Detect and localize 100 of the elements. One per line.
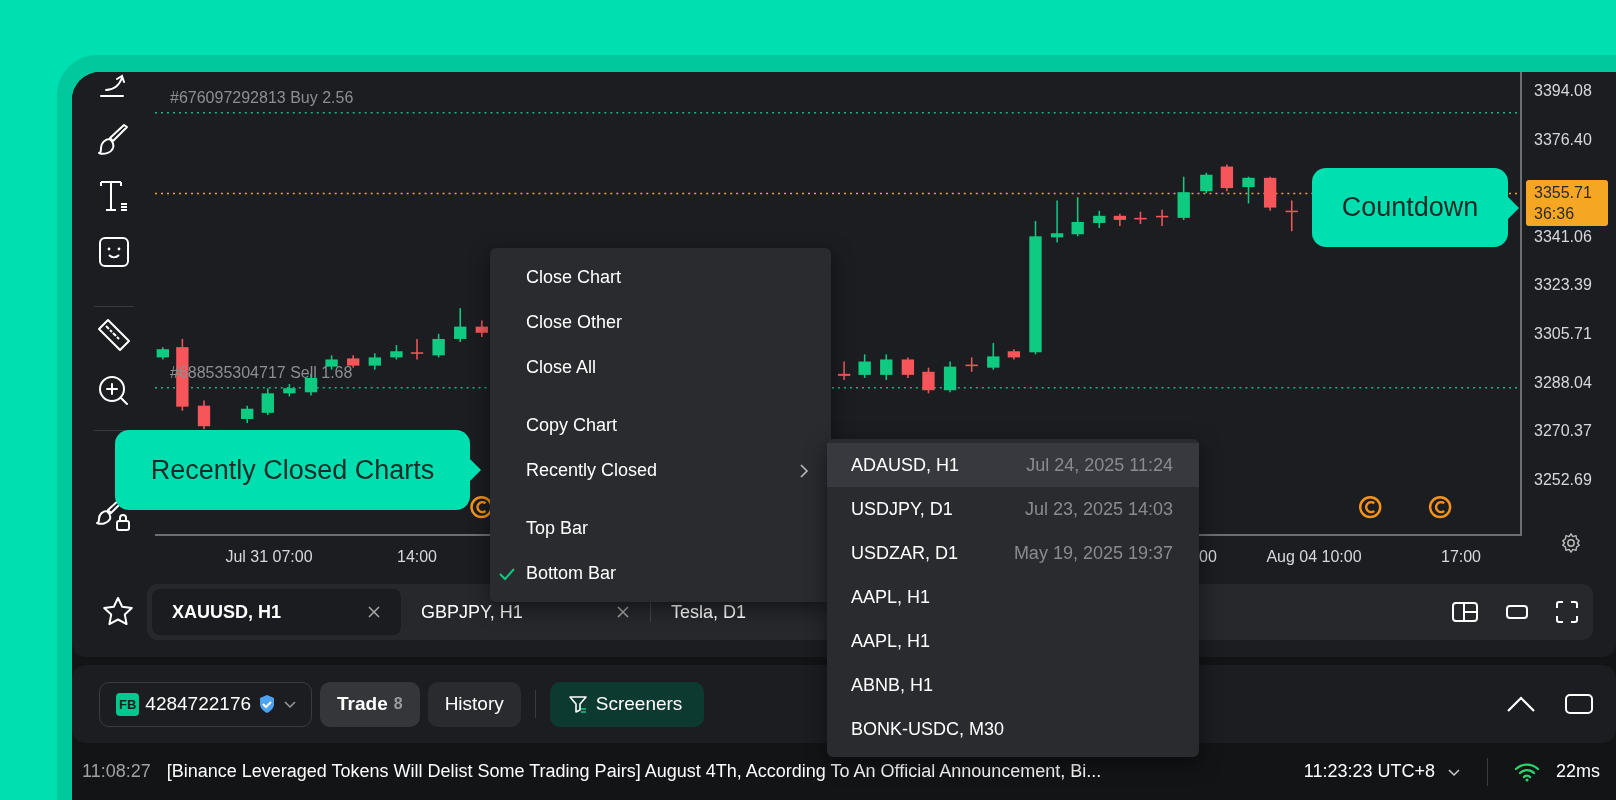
recent-chart-item[interactable]: ABNB, H1 xyxy=(827,663,1199,707)
settings-icon[interactable] xyxy=(1560,532,1582,554)
callout-text: Recently Closed Charts xyxy=(150,454,435,486)
chart-symbol: AAPL, H1 xyxy=(851,630,931,652)
candle xyxy=(368,352,381,371)
price-axis-label: 3288.04 xyxy=(1534,372,1592,393)
chart-symbol: USDZAR, D1 xyxy=(851,542,958,564)
price-axis-label: 3341.06 xyxy=(1534,226,1592,247)
close-icon[interactable] xyxy=(616,605,630,619)
time-axis-label: Jul 31 07:00 xyxy=(225,548,313,566)
candle xyxy=(1050,199,1064,244)
candle xyxy=(1007,348,1021,361)
candle xyxy=(1113,213,1127,227)
caret-right-icon xyxy=(799,462,809,479)
candle xyxy=(922,366,935,395)
account-number: 4284722176 xyxy=(145,693,251,715)
chevron-down-icon xyxy=(283,699,297,709)
recent-chart-item[interactable]: ADAUSD, H1 Jul 24, 2025 11:24 xyxy=(827,443,1199,487)
account-selector[interactable]: FB 4284722176 xyxy=(99,681,312,727)
price-axis-label: 3252.69 xyxy=(1534,469,1592,490)
candle xyxy=(432,333,445,359)
menu-item[interactable]: Close Chart xyxy=(490,255,831,300)
event-marker-icon[interactable] xyxy=(470,495,493,519)
menu-item[interactable]: Close Other xyxy=(490,300,831,345)
zoom-in-icon[interactable] xyxy=(96,374,131,408)
news-time: 11:08:27 xyxy=(82,761,151,782)
chart-symbol: USDJPY, D1 xyxy=(851,498,953,520)
menu-item-label: Bottom Bar xyxy=(526,563,617,584)
candle xyxy=(197,399,211,430)
close-icon[interactable] xyxy=(367,605,381,619)
candle xyxy=(1071,196,1084,238)
chevron-down-icon[interactable] xyxy=(1447,766,1461,777)
price-axis-label: 3323.39 xyxy=(1534,275,1592,296)
ruler-icon[interactable] xyxy=(95,317,132,353)
current-price: 3355.71 xyxy=(1534,183,1593,203)
candle xyxy=(837,360,851,381)
news-headline[interactable]: [Binance Leveraged Tokens Will Delist Some Trading Pairs] August 4Th, According To An Official Announcement, Bi... xyxy=(166,761,1102,782)
candle xyxy=(1177,176,1190,221)
candle xyxy=(1242,176,1255,205)
callout-text: Countdown xyxy=(1341,192,1479,223)
candle xyxy=(880,353,893,381)
panel-tab[interactable]: History xyxy=(427,681,521,727)
recent-chart-item[interactable]: BONK-USDC, M30 xyxy=(827,707,1199,751)
layout-icon[interactable] xyxy=(1451,601,1479,623)
chart-tab-label: GBPJPY, H1 xyxy=(421,601,523,623)
chart-symbol: ADAUSD, H1 xyxy=(851,454,960,476)
chart-symbol: ABNB, H1 xyxy=(851,674,934,696)
candle xyxy=(390,344,403,361)
closed-time: Jul 24, 2025 11:24 xyxy=(1026,454,1173,476)
menu-item-label: Close Chart xyxy=(526,267,622,288)
chevron-up-icon[interactable] xyxy=(1506,695,1536,713)
account-badge: FB xyxy=(116,692,140,716)
filter-icon xyxy=(567,694,588,714)
chart-tab[interactable]: XAUUSD, H1 xyxy=(152,589,401,635)
candle xyxy=(965,356,978,373)
time-axis-label: Aug 04 10:00 xyxy=(1266,548,1362,566)
time-axis-label: 17:00 xyxy=(1441,548,1481,566)
chart-tab-label: XAUUSD, H1 xyxy=(172,601,282,623)
rectangle-icon[interactable] xyxy=(1564,693,1594,715)
recent-chart-item[interactable]: AAPL, H1 xyxy=(827,619,1199,663)
event-marker-icon[interactable] xyxy=(1359,495,1382,519)
verified-icon xyxy=(257,694,277,714)
menu-item-label: Recently Closed xyxy=(526,460,658,481)
menu-item[interactable]: Close All xyxy=(490,345,831,390)
candle xyxy=(987,342,1000,371)
fullscreen-icon[interactable] xyxy=(1555,600,1579,624)
smiley-icon[interactable] xyxy=(97,236,130,268)
candle xyxy=(454,307,467,343)
clock-selector[interactable]: 11:23:23 UTC+8 xyxy=(1303,761,1435,782)
price-axis-label: 3270.37 xyxy=(1534,421,1592,442)
countdown-timer: 36:36 xyxy=(1534,204,1576,224)
candle xyxy=(943,360,957,394)
candle xyxy=(1155,208,1169,227)
candle xyxy=(156,346,169,361)
candle xyxy=(901,356,915,379)
price-axis-label: 3394.08 xyxy=(1534,81,1592,101)
candle xyxy=(410,338,424,361)
menu-item-label: Copy Chart xyxy=(526,415,618,436)
candle xyxy=(1285,199,1298,232)
price-axis-label: 3305.71 xyxy=(1534,323,1592,344)
order-line-label: #676097292813 Buy 2.56 xyxy=(170,89,354,107)
candle xyxy=(475,319,488,338)
screeners-button[interactable]: Screeners xyxy=(549,681,705,727)
closed-time: Jul 23, 2025 14:03 xyxy=(1024,498,1173,520)
candle xyxy=(1200,171,1213,194)
candle xyxy=(858,353,871,379)
menu-item-label: Close All xyxy=(526,357,597,378)
latency: 22ms xyxy=(1556,761,1600,782)
panel-tab[interactable]: Trade 8 xyxy=(320,681,420,727)
candle xyxy=(1134,210,1147,225)
closed-time: May 19, 2025 19:37 xyxy=(1013,542,1173,564)
candle xyxy=(1093,209,1106,229)
candle xyxy=(283,383,296,398)
candle xyxy=(1220,163,1234,192)
rectangle-icon[interactable] xyxy=(1505,604,1529,620)
brush-icon[interactable] xyxy=(96,123,131,157)
event-marker-icon[interactable] xyxy=(1428,495,1452,519)
candle xyxy=(241,404,254,424)
menu-item-label: Close Other xyxy=(526,312,623,333)
candle xyxy=(261,387,274,416)
